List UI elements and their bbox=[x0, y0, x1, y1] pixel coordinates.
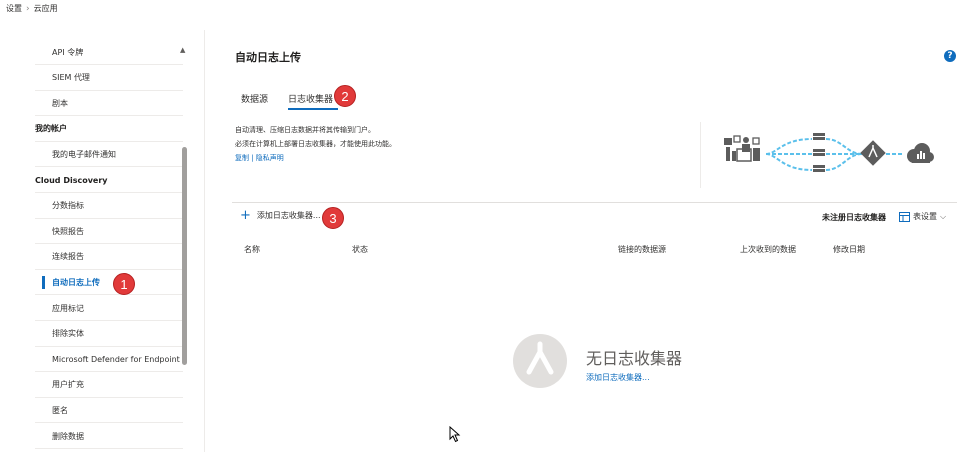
unconnected-collectors-label: 未注册日志收集器 bbox=[822, 213, 886, 222]
sidebar-item-label: 剧本 bbox=[52, 98, 68, 108]
column-header-last-data[interactable]: 上次收到的数据 bbox=[740, 244, 796, 255]
add-log-collector-button[interactable]: + 添加日志收集器... bbox=[240, 207, 321, 223]
column-header-linked-sources[interactable]: 链接的数据源 bbox=[618, 244, 666, 255]
description-line-1: 自动清理、压缩日志数据并将其传输到门户。 bbox=[235, 126, 375, 134]
step-badge-1: 1 bbox=[113, 273, 135, 295]
illustration-divider bbox=[700, 122, 701, 188]
chevron-down-icon: ⌵ bbox=[940, 211, 947, 221]
sidebar-item-label: SIEM 代理 bbox=[52, 73, 90, 83]
breadcrumb-settings[interactable]: 设置 bbox=[6, 3, 22, 14]
sidebar-item-label: 删除数据 bbox=[52, 431, 84, 441]
collector-icon bbox=[860, 140, 886, 166]
sidebar-item-active[interactable]: 自动日志上传 bbox=[35, 270, 183, 296]
sidebar-item[interactable]: 用户扩充 bbox=[35, 373, 183, 398]
servers-icon bbox=[813, 133, 825, 172]
collector-icon bbox=[526, 341, 554, 375]
column-header-status[interactable]: 状态 bbox=[352, 244, 368, 255]
mouse-cursor-icon bbox=[449, 426, 461, 443]
sidebar-item-label: Microsoft Defender for Endpoint bbox=[52, 354, 180, 364]
sidebar-item-label: 匿名 bbox=[52, 405, 68, 415]
sidebar-item[interactable]: SIEM 代理 bbox=[35, 66, 183, 91]
description-line-2: 必须在计算机上部署日志收集器，才能使用此功能。 bbox=[235, 140, 396, 148]
sidebar-item-label: 分数指标 bbox=[52, 201, 84, 211]
table-settings-button[interactable]: 表设置 ⌵ bbox=[899, 211, 946, 222]
section-divider bbox=[232, 202, 957, 203]
step-badge-3: 3 bbox=[322, 207, 344, 229]
sidebar-item-label: 用户扩充 bbox=[52, 380, 84, 390]
sidebar-item[interactable]: 匿名 bbox=[35, 398, 183, 424]
sidebar-item[interactable]: 我的电子邮件通知 bbox=[35, 142, 183, 168]
column-header-modified[interactable]: 修改日期 bbox=[833, 244, 865, 255]
sidebar-item[interactable]: 删除数据 bbox=[35, 424, 183, 449]
sidebar-section-header: Cloud Discovery bbox=[35, 168, 183, 193]
sidebar-item[interactable]: 剧本 bbox=[35, 91, 183, 117]
tab-log-collectors[interactable]: 日志收集器 bbox=[288, 92, 333, 105]
description-links[interactable]: 复制 | 隐私声明 bbox=[235, 153, 284, 163]
devices-icon bbox=[724, 135, 760, 162]
sidebar-item-label: 快照报告 bbox=[52, 226, 84, 236]
sidebar-item[interactable]: 分数指标 bbox=[35, 194, 183, 219]
tab-selected-indicator bbox=[288, 108, 338, 110]
empty-state-add-link[interactable]: 添加日志收集器... bbox=[586, 372, 650, 383]
sidebar-section-header: 我的帐户 bbox=[35, 117, 183, 142]
empty-state-title: 无日志收集器 bbox=[586, 349, 683, 368]
column-header-name[interactable]: 名称 bbox=[244, 244, 260, 255]
sidebar-item-label: 排除实体 bbox=[52, 329, 84, 339]
sidebar-item[interactable]: 应用标记 bbox=[35, 296, 183, 321]
page-title: 自动日志上传 bbox=[235, 51, 301, 64]
breadcrumb: 设置 › 云应用 bbox=[6, 3, 58, 14]
empty-state-icon bbox=[513, 334, 567, 388]
sidebar-item[interactable]: 连续报告 bbox=[35, 245, 183, 270]
step-badge-2: 2 bbox=[334, 85, 356, 107]
table-settings-label: 表设置 bbox=[913, 212, 937, 221]
cloud-icon bbox=[907, 143, 934, 163]
sidebar-item[interactable]: API 令牌 bbox=[35, 40, 183, 65]
add-log-collector-label: 添加日志收集器... bbox=[256, 211, 321, 220]
sidebar-divider bbox=[204, 30, 205, 452]
breadcrumb-cloud-apps: 云应用 bbox=[33, 4, 58, 13]
sidebar-scrollbar[interactable] bbox=[182, 147, 187, 365]
tab-data-sources[interactable]: 数据源 bbox=[241, 92, 268, 105]
sidebar-item-label: 应用标记 bbox=[52, 303, 84, 313]
table-settings-icon bbox=[899, 211, 910, 222]
help-icon[interactable]: ? bbox=[944, 50, 956, 62]
plus-icon: + bbox=[240, 207, 251, 223]
sidebar-item[interactable]: Microsoft Defender for Endpoint bbox=[35, 347, 183, 373]
sidebar-item-label: 我的电子邮件通知 bbox=[52, 149, 116, 159]
sidebar-item-label: API 令牌 bbox=[52, 47, 84, 57]
sidebar-item-label: 连续报告 bbox=[52, 252, 84, 262]
sidebar-item-label: 自动日志上传 bbox=[52, 277, 100, 287]
sidebar: API 令牌 SIEM 代理 剧本我的帐户我的电子邮件通知 Cloud Discove… bbox=[0, 30, 190, 452]
scroll-up-icon[interactable]: ▲ bbox=[180, 46, 185, 54]
log-collector-flow-illustration bbox=[724, 133, 934, 172]
sidebar-item[interactable]: 快照报告 bbox=[35, 219, 183, 245]
chevron-right-icon: › bbox=[26, 3, 30, 14]
sidebar-item[interactable]: 排除实体 bbox=[35, 322, 183, 347]
